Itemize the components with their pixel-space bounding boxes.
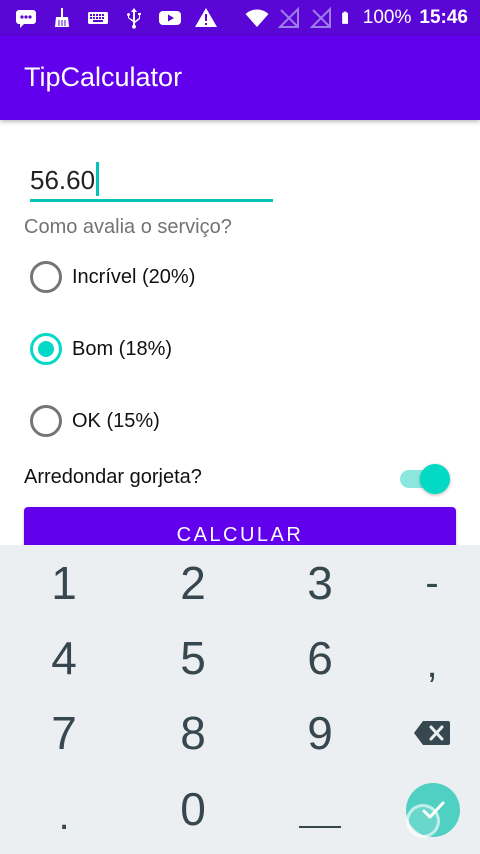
warning-icon — [195, 8, 217, 27]
key-comma[interactable]: , — [377, 629, 480, 699]
status-bar: 100% 15:46 — [0, 0, 480, 36]
key-period-label: . — [58, 793, 70, 838]
calculate-button-label: CALCULAR — [176, 524, 304, 546]
key-period[interactable]: . — [9, 774, 119, 844]
key-6[interactable]: 6 — [265, 623, 375, 693]
battery-icon — [341, 11, 348, 24]
key-1[interactable]: 1 — [9, 548, 119, 618]
round-up-label: Arredondar gorjeta? — [24, 466, 202, 488]
no-sim-icon — [277, 6, 299, 28]
radio-label: OK (15%) — [72, 409, 160, 432]
radio-button-icon[interactable] — [30, 405, 62, 437]
chat-icon — [16, 10, 36, 28]
no-sim-icon — [309, 6, 331, 28]
key-3[interactable]: 3 — [265, 548, 375, 618]
key-5[interactable]: 5 — [138, 623, 248, 693]
broom-icon — [55, 8, 69, 27]
status-bar-notifications — [14, 6, 218, 30]
status-bar-system: 100% 15:46 — [245, 6, 468, 30]
text-cursor — [96, 162, 100, 196]
backspace-icon — [414, 721, 450, 745]
key-2[interactable]: 2 — [138, 548, 248, 618]
radio-label: Bom (18%) — [72, 337, 173, 360]
amount-text-wrap: 56.60 — [30, 162, 100, 196]
radio-option-ok[interactable]: OK (15%) — [30, 401, 160, 441]
keyboard-icon — [88, 12, 108, 24]
service-question: Como avalia o serviço? — [24, 216, 232, 238]
numeric-keyboard: 1 2 3 - 4 5 6 , 7 8 9 . 0 — [0, 545, 480, 854]
amount-field[interactable]: 56.60 — [30, 158, 273, 202]
radio-button-icon[interactable] — [30, 333, 62, 365]
app-title: TipCalculator — [24, 62, 183, 92]
radio-label: Incrível (20%) — [72, 265, 196, 288]
touch-indicator — [406, 804, 440, 838]
clock: 15:46 — [419, 7, 468, 28]
key-0[interactable]: 0 — [138, 774, 248, 844]
key-minus[interactable]: - — [377, 548, 480, 618]
key-8[interactable]: 8 — [138, 698, 248, 768]
youtube-icon — [159, 11, 181, 25]
key-7[interactable]: 7 — [9, 698, 119, 768]
round-up-switch[interactable] — [398, 462, 452, 494]
space-key[interactable] — [265, 774, 375, 844]
amount-value: 56.60 — [30, 165, 96, 195]
radio-option-good[interactable]: Bom (18%) — [30, 329, 172, 369]
key-9[interactable]: 9 — [265, 698, 375, 768]
backspace-key[interactable] — [377, 698, 480, 768]
usb-icon — [127, 8, 141, 29]
space-bar-icon — [299, 826, 341, 828]
switch-thumb[interactable] — [420, 464, 450, 494]
radio-option-amazing[interactable]: Incrível (20%) — [30, 257, 195, 297]
app-bar: TipCalculator — [0, 36, 480, 120]
battery-percent: 100% — [362, 7, 412, 28]
radio-button-icon[interactable] — [30, 261, 62, 293]
wifi-icon — [245, 9, 269, 27]
key-4[interactable]: 4 — [9, 623, 119, 693]
